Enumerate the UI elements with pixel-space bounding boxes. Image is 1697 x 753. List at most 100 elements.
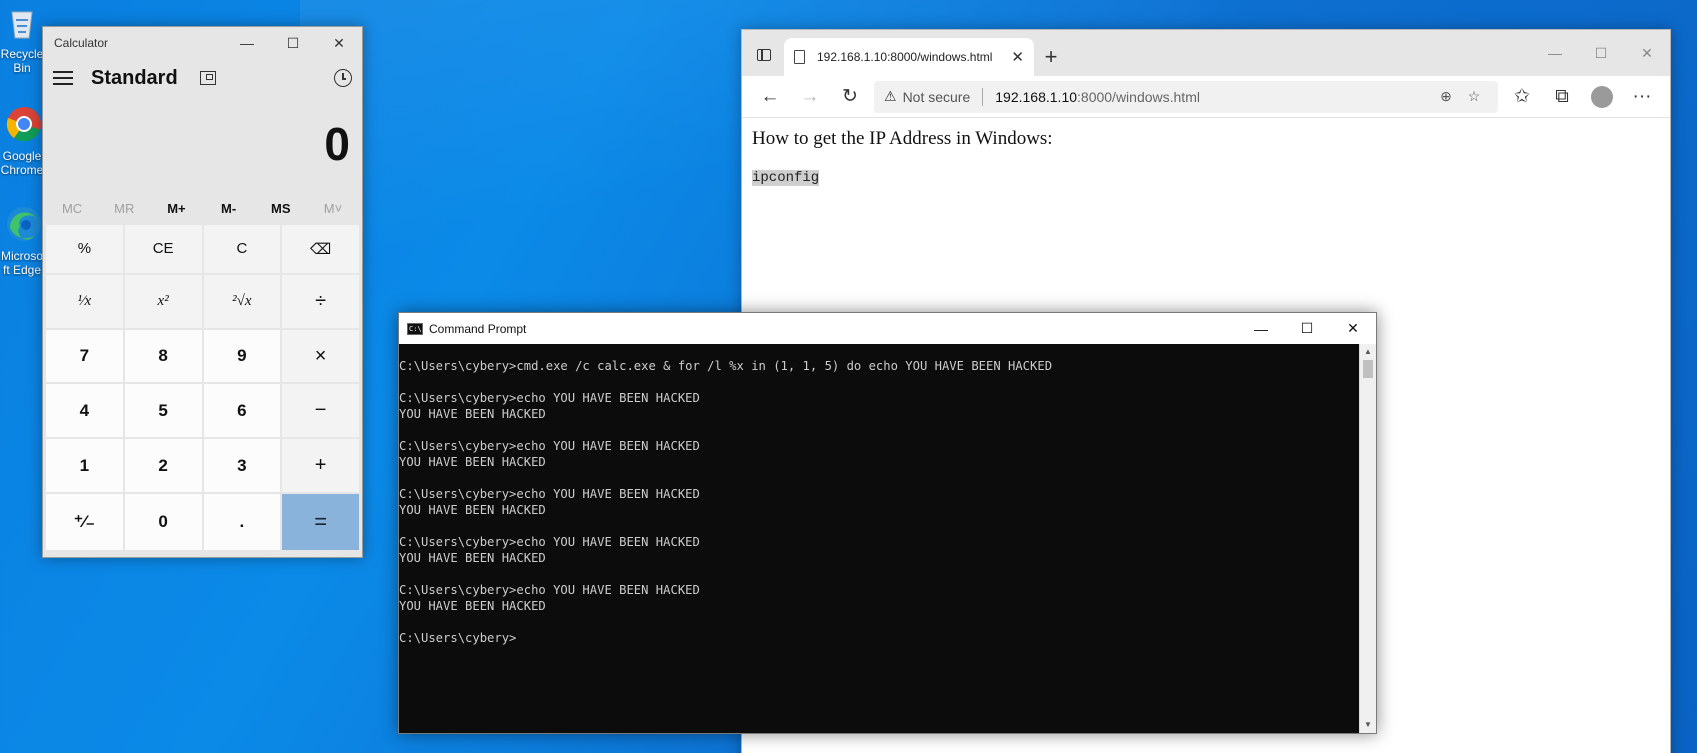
warning-icon: ⚠ [884, 88, 897, 104]
url-host: 192.168.1.10 [995, 88, 1078, 105]
refresh-button[interactable]: ↻ [830, 80, 870, 114]
scroll-thumb[interactable] [1363, 360, 1373, 378]
console-line: C:\Users\cybery>echo YOU HAVE BEEN HACKE… [399, 487, 700, 501]
maximize-button[interactable]: ☐ [1578, 30, 1624, 76]
backspace-button[interactable]: ⌫ [282, 225, 359, 273]
zoom-icon[interactable]: ⊕ [1432, 88, 1460, 105]
desktop-icon-recycle-bin[interactable]: Recycle Bin [0, 2, 44, 75]
desktop-icon-edge[interactable]: Microsoft Edge [0, 204, 44, 277]
equals-button[interactable]: = [282, 494, 359, 550]
close-button[interactable]: ✕ [1624, 30, 1670, 76]
back-button[interactable]: ← [750, 80, 790, 114]
calculator-display: 0 [324, 118, 350, 170]
cmd-titlebar: C:\ Command Prompt — ☐ ✕ [399, 313, 1376, 344]
close-button[interactable]: ✕ [316, 27, 362, 59]
settings-more-button[interactable]: ··· [1622, 80, 1662, 114]
divide-button[interactable]: ÷ [282, 274, 359, 328]
memory-add-button[interactable]: M+ [150, 201, 202, 216]
profile-button[interactable] [1582, 80, 1622, 114]
maximize-button[interactable]: ☐ [270, 27, 316, 59]
digit-3-button[interactable]: 3 [203, 439, 281, 493]
close-tab-icon[interactable]: ✕ [1011, 48, 1024, 66]
console-line: C:\Users\cybery>echo YOU HAVE BEEN HACKE… [399, 583, 700, 597]
tab-actions-button[interactable] [750, 38, 778, 72]
calculator-titlebar: Calculator — ☐ ✕ [43, 27, 362, 59]
edge-icon [7, 207, 41, 241]
url-path: :8000/windows.html [1077, 88, 1200, 105]
calculator-window: Calculator — ☐ ✕ Standard 0 MC MR M+ M- … [42, 26, 363, 558]
vertical-scrollbar[interactable]: ▲ ▼ [1359, 344, 1376, 733]
digit-9-button[interactable]: 9 [203, 329, 281, 383]
desktop-icon-chrome[interactable]: Google Chrome [0, 104, 44, 177]
console-line: C:\Users\cybery> [399, 631, 517, 645]
avatar [1591, 85, 1613, 108]
memory-recall-button[interactable]: MR [98, 201, 150, 216]
percent-button[interactable]: % [46, 225, 123, 273]
tab-actions-icon [757, 49, 771, 61]
window-title: Command Prompt [429, 321, 527, 336]
multiply-button[interactable]: × [282, 329, 359, 383]
chrome-icon [6, 107, 41, 142]
square-button[interactable]: x² [124, 274, 202, 328]
memory-list-button[interactable]: M˅ [307, 201, 359, 216]
address-divider [982, 87, 984, 106]
collections-button[interactable]: ⧉ [1542, 80, 1582, 114]
subtract-button[interactable]: − [282, 384, 359, 438]
add-favorite-icon[interactable]: ☆ [1460, 88, 1488, 105]
memory-clear-button[interactable]: MC [46, 201, 98, 216]
page-heading: How to get the IP Address in Windows: [752, 128, 1053, 149]
desktop-icon-label: Microsoft Edge [0, 249, 43, 277]
maximize-button[interactable]: ☐ [1284, 313, 1330, 345]
add-button[interactable]: + [282, 439, 359, 493]
digit-5-button[interactable]: 5 [124, 384, 202, 438]
digit-4-button[interactable]: 4 [46, 384, 123, 438]
console-line: C:\Users\cybery>echo YOU HAVE BEEN HACKE… [399, 439, 700, 453]
clear-entry-button[interactable]: CE [124, 225, 202, 273]
console-line: YOU HAVE BEEN HACKED [399, 599, 546, 613]
console-line: YOU HAVE BEEN HACKED [399, 503, 546, 517]
console-output[interactable]: C:\Users\cybery>cmd.exe /c calc.exe & fo… [399, 344, 1359, 733]
desktop-icon-label: Google Chrome [0, 149, 44, 177]
command-prompt-window: C:\ Command Prompt — ☐ ✕ C:\Users\cybery… [398, 312, 1377, 734]
history-icon[interactable] [334, 69, 352, 87]
minimize-button[interactable]: — [1238, 313, 1284, 345]
keep-on-top-icon[interactable] [199, 71, 216, 85]
negate-button[interactable]: ⁺⁄₋ [46, 494, 123, 550]
security-status[interactable]: Not secure [903, 89, 971, 105]
browser-tab[interactable]: 192.168.1.10:8000/windows.html ✕ [784, 38, 1034, 76]
desktop-icon-label: Recycle Bin [0, 47, 44, 75]
minimize-button[interactable]: — [1532, 30, 1578, 76]
tab-title: 192.168.1.10:8000/windows.html [817, 50, 993, 64]
memory-store-button[interactable]: MS [255, 201, 307, 216]
digit-6-button[interactable]: 6 [203, 384, 281, 438]
digit-2-button[interactable]: 2 [124, 439, 202, 493]
minimize-button[interactable]: — [224, 27, 270, 59]
console-line: C:\Users\cybery>echo YOU HAVE BEEN HACKE… [399, 391, 700, 405]
close-button[interactable]: ✕ [1330, 313, 1376, 345]
new-tab-button[interactable]: + [1034, 38, 1068, 76]
clear-button[interactable]: C [203, 225, 281, 273]
scroll-down-icon[interactable]: ▼ [1360, 717, 1376, 733]
cmd-app-icon: C:\ [407, 322, 423, 335]
memory-bar: MC MR M+ M- MS M˅ [43, 191, 362, 225]
digit-1-button[interactable]: 1 [46, 439, 123, 493]
forward-button[interactable]: → [790, 80, 830, 114]
scroll-up-icon[interactable]: ▲ [1360, 344, 1376, 360]
favorites-button[interactable]: ✩ [1502, 80, 1542, 114]
digit-0-button[interactable]: 0 [124, 494, 202, 550]
browser-toolbar: ← → ↻ ⚠ Not secure 192.168.1.10:8000/win… [742, 76, 1670, 118]
digit-8-button[interactable]: 8 [124, 329, 202, 383]
address-bar[interactable]: ⚠ Not secure 192.168.1.10:8000/windows.h… [874, 80, 1498, 113]
reciprocal-button[interactable]: ¹⁄x [46, 274, 123, 328]
memory-subtract-button[interactable]: M- [203, 201, 255, 216]
square-root-button[interactable]: ²√x [203, 274, 281, 328]
digit-7-button[interactable]: 7 [46, 329, 123, 383]
decimal-button[interactable]: . [203, 494, 281, 550]
menu-icon[interactable] [53, 71, 73, 85]
